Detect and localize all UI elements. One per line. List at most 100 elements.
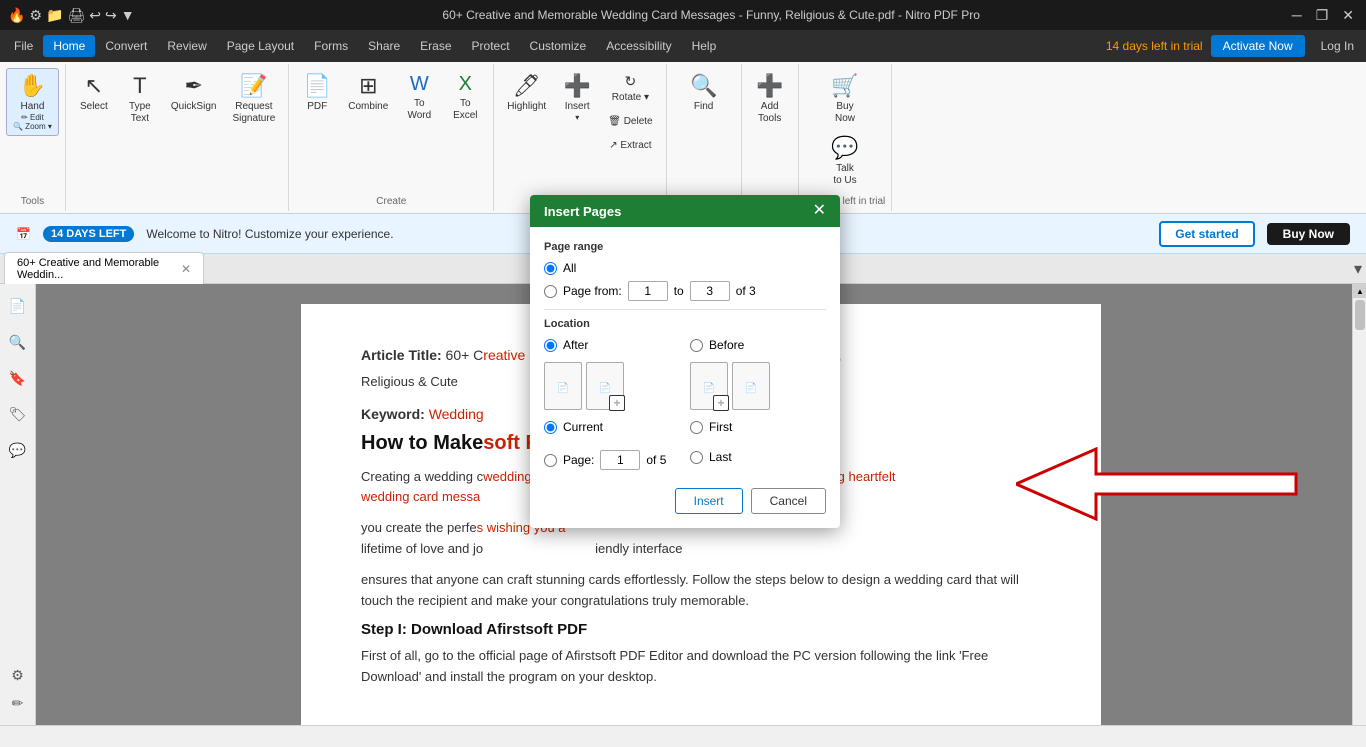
menu-convert[interactable]: Convert: [95, 35, 157, 57]
add-tools-button[interactable]: ➕ AddTools: [748, 68, 792, 130]
menu-help[interactable]: Help: [682, 35, 727, 57]
extract-button[interactable]: ↗ Extract: [601, 135, 659, 157]
insert-button[interactable]: ➕ Insert ▾: [555, 68, 599, 127]
para3: ensures that anyone can craft stunning c…: [361, 570, 1041, 612]
title-bar-left-icons: 🔥 ⚙ 📁 🖨 ↩ ↪ ▼: [8, 7, 135, 24]
hand-button[interactable]: ✋ Hand ✏ Edit 🔍 Zoom ▾: [6, 68, 59, 136]
radio-all-label: All: [563, 261, 576, 275]
menu-page-layout[interactable]: Page Layout: [217, 35, 304, 57]
ribbon-tools-items: ✋ Hand ✏ Edit 🔍 Zoom ▾: [6, 68, 59, 192]
sidebar-comment-icon[interactable]: 💬: [4, 436, 32, 464]
last-radio-row: Last: [690, 450, 732, 464]
insert-button[interactable]: Insert: [675, 488, 743, 514]
menu-share[interactable]: Share: [358, 35, 410, 57]
page-to-input[interactable]: [690, 281, 730, 301]
current-option: Current: [544, 420, 680, 440]
activate-now-button[interactable]: Activate Now: [1211, 35, 1305, 57]
before-page-thumb2: 📄: [732, 362, 770, 410]
pdf-button[interactable]: 📄 PDF: [295, 68, 339, 118]
menu-customize[interactable]: Customize: [520, 35, 597, 57]
sidebar-search-icon[interactable]: 🔍: [4, 328, 32, 356]
to-excel-label: ToExcel: [453, 98, 477, 122]
page-from-input[interactable]: [628, 281, 668, 301]
sidebar-pen-icon[interactable]: ✏: [4, 689, 32, 717]
maximize-button[interactable]: ❐: [1312, 7, 1333, 24]
sidebar-tag-icon[interactable]: 🏷: [4, 400, 32, 428]
scroll-up-button[interactable]: ▲: [1353, 284, 1366, 298]
talk-label: Talkto Us: [833, 163, 856, 187]
add-tools-label: AddTools: [758, 101, 781, 125]
page-number-input[interactable]: [600, 450, 640, 470]
radio-first[interactable]: [690, 421, 703, 434]
vertical-scrollbar[interactable]: ▲: [1352, 284, 1366, 725]
nitro-logo-icon: 🔥: [8, 7, 25, 24]
buy-now-icon: 🛒: [831, 73, 858, 99]
hand-icon: ✋: [19, 73, 46, 99]
edit-label: ✏ Edit: [21, 113, 44, 122]
document-tab[interactable]: 60+ Creative and Memorable Weddin... ✕: [4, 252, 204, 285]
add-tools-icon: ➕: [756, 73, 783, 99]
page-option: Page: of 5: [544, 450, 680, 476]
notification-text: Welcome to Nitro! Customize your experie…: [146, 227, 393, 241]
highlight-button[interactable]: 🖊 Highlight: [500, 68, 553, 118]
close-button[interactable]: ✕: [1338, 7, 1358, 24]
sidebar-pages-icon[interactable]: 📄: [4, 292, 32, 320]
combine-button[interactable]: ⊞ Combine: [341, 68, 395, 118]
after-label: After: [563, 338, 588, 352]
after-option: After 📄 📄 +: [544, 338, 680, 410]
menu-file[interactable]: File: [4, 35, 43, 57]
select-button[interactable]: ↖ Select: [72, 68, 116, 118]
quick-sign-button[interactable]: ✒ QuickSign: [164, 68, 224, 118]
delete-button[interactable]: 🗑 Delete: [601, 111, 659, 133]
menu-protect[interactable]: Protect: [462, 35, 520, 57]
radio-current[interactable]: [544, 421, 557, 434]
scroll-thumb[interactable]: [1355, 300, 1365, 330]
first-radio-row: First: [690, 420, 732, 434]
sidebar-bookmark-icon[interactable]: 🔖: [4, 364, 32, 392]
undo-icon[interactable]: ↩: [89, 7, 101, 24]
trial-info: 14 days left in trial Activate Now Log I…: [1106, 35, 1362, 57]
radio-last[interactable]: [690, 451, 703, 464]
dialog-close-button[interactable]: ✕: [813, 203, 826, 219]
menu-accessibility[interactable]: Accessibility: [596, 35, 681, 57]
to-word-button[interactable]: W ToWord: [397, 68, 441, 127]
redo-icon[interactable]: ↪: [105, 7, 117, 24]
close-tab-button[interactable]: ✕: [181, 262, 191, 276]
buy-now-notif-button[interactable]: Buy Now: [1267, 223, 1350, 245]
menu-erase[interactable]: Erase: [410, 35, 461, 57]
request-signature-button[interactable]: 📝 RequestSignature: [225, 68, 282, 130]
type-text-button[interactable]: T TypeText: [118, 68, 162, 130]
rotate-button[interactable]: ↻ Rotate ▾: [601, 68, 659, 109]
log-in-button[interactable]: Log In: [1313, 39, 1362, 53]
radio-after[interactable]: [544, 339, 557, 352]
radio-page-from[interactable]: [544, 285, 557, 298]
open-icon[interactable]: 📁: [46, 7, 63, 24]
tab-dropdown-icon[interactable]: ▾: [1354, 259, 1362, 279]
more-icon[interactable]: ▼: [121, 7, 135, 23]
status-bar: [0, 725, 1366, 747]
buy-now-ribbon-button[interactable]: 🛒 BuyNow: [823, 68, 867, 130]
left-sidebar: 📄 🔍 🔖 🏷 💬 ⚙ ✏: [0, 284, 36, 725]
menu-home[interactable]: Home: [43, 35, 95, 57]
pdf-icon: 📄: [304, 73, 331, 99]
cancel-button[interactable]: Cancel: [751, 488, 826, 514]
menu-forms[interactable]: Forms: [304, 35, 358, 57]
zoom-label: 🔍 Zoom ▾: [13, 122, 52, 131]
to-excel-button[interactable]: X ToExcel: [443, 68, 487, 127]
print-icon[interactable]: 🖨: [67, 7, 85, 24]
radio-page[interactable]: [544, 454, 557, 467]
find-button[interactable]: 🔍 Find: [682, 68, 726, 118]
buy-now-label: BuyNow: [835, 101, 855, 125]
radio-before[interactable]: [690, 339, 703, 352]
talk-to-us-button[interactable]: 💬 Talkto Us: [823, 130, 867, 192]
get-started-button[interactable]: Get started: [1159, 221, 1254, 247]
combine-icon: ⊞: [359, 73, 377, 99]
insert-label: Insert: [565, 101, 590, 113]
minimize-button[interactable]: ─: [1288, 7, 1306, 24]
radio-all[interactable]: [544, 262, 557, 275]
sidebar-settings-icon[interactable]: ⚙: [4, 661, 32, 689]
menu-review[interactable]: Review: [157, 35, 216, 57]
new-icon[interactable]: ⚙: [29, 7, 42, 24]
first-option: First: [690, 420, 826, 440]
menu-bar: File Home Convert Review Page Layout For…: [0, 30, 1366, 62]
